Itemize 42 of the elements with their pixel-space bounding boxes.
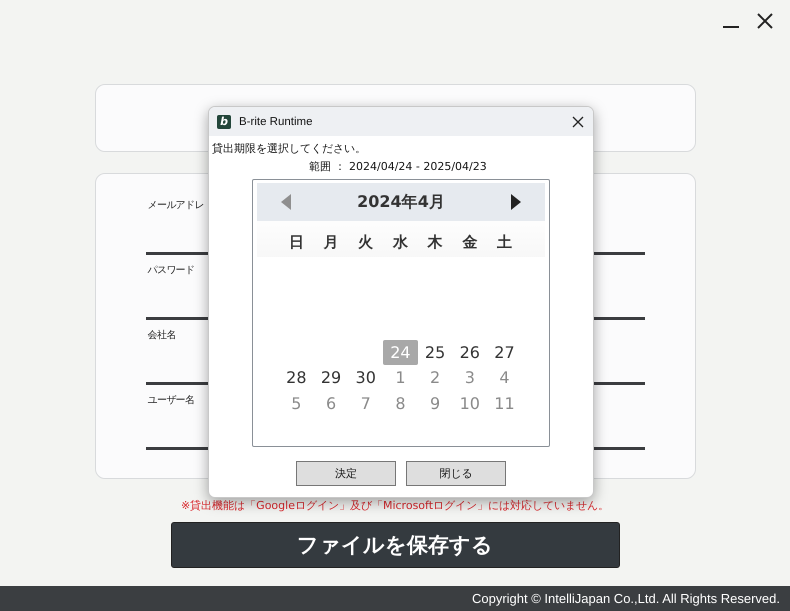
weekday-label: 木: [426, 233, 444, 253]
window-title: B-rite Runtime: [239, 116, 314, 128]
weekday-label: 水: [392, 233, 409, 253]
prompt-text: 貸出期限を選択してください。: [211, 141, 367, 156]
calendar-day[interactable]: 26: [452, 340, 488, 365]
calendar-day[interactable]: 10: [452, 390, 488, 416]
close-icon[interactable]: [571, 114, 585, 128]
calendar-day[interactable]: 7: [348, 390, 384, 416]
next-month-icon[interactable]: [508, 193, 523, 211]
month-title: 2024年4月: [357, 192, 445, 212]
calendar-day[interactable]: 25: [418, 340, 452, 365]
calendar-day[interactable]: 30: [348, 365, 384, 390]
calendar-day[interactable]: 29: [314, 365, 348, 390]
weekday-label: 日: [288, 233, 305, 253]
weekday-label: 土: [496, 233, 513, 253]
calendar-day[interactable]: 6: [314, 390, 348, 416]
save-button[interactable]: ファイルを保存する: [170, 522, 620, 568]
close-icon[interactable]: [756, 12, 774, 30]
calendar-day[interactable]: 5: [279, 390, 314, 416]
field-label: 会社名: [146, 328, 176, 342]
notice-text: ※貸出機能は「Googleログイン」及び「Microsoftログイン」には対応していません。: [180, 498, 610, 513]
ok-button[interactable]: 決定: [296, 461, 396, 486]
weekday-label: 月: [322, 233, 340, 253]
app-logo: b: [217, 114, 231, 128]
calendar-day[interactable]: 28: [279, 365, 314, 390]
calendar-day[interactable]: 11: [487, 390, 522, 416]
copyright-text: Copyright © IntelliJapan Co.,Ltd. All Rights Reserved.: [472, 591, 781, 606]
weekday-label: 火: [357, 233, 374, 253]
calendar-day[interactable]: 4: [487, 365, 522, 390]
calendar-day[interactable]: 27: [487, 340, 522, 365]
calendar-day[interactable]: 1: [383, 365, 418, 390]
close-button[interactable]: 閉じる: [406, 461, 506, 486]
calendar-day[interactable]: 8: [383, 390, 418, 416]
field-label: メールアドレ: [146, 199, 204, 212]
calendar-day[interactable]: 3: [452, 365, 488, 390]
calendar-day[interactable]: 9: [418, 390, 452, 416]
range-text: 範囲 ： 2024/04/24 - 2025/04/23: [308, 159, 488, 174]
field-label: ユーザー名: [146, 394, 195, 407]
calendar-day[interactable]: 2: [418, 365, 452, 390]
calendar-day[interactable]: 24: [383, 340, 418, 365]
weekday-label: 金: [461, 233, 478, 253]
field-label: パスワード: [146, 264, 195, 277]
